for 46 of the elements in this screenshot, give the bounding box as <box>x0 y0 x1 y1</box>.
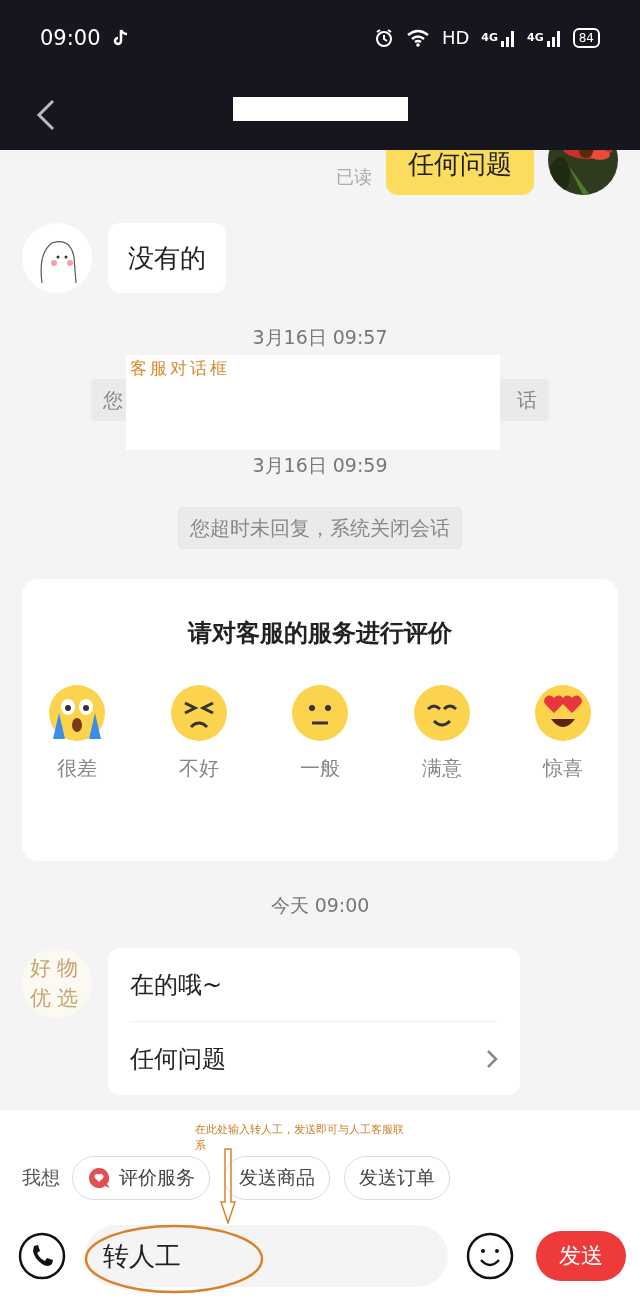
menu-item[interactable]: 任何问题 <box>130 1021 498 1095</box>
signal-icon <box>546 28 561 47</box>
annotation-label: 客服对话框 <box>130 357 230 380</box>
emoji-face-icon <box>170 685 227 741</box>
phone-icon[interactable] <box>18 1232 66 1280</box>
alarm-icon <box>373 27 394 48</box>
clock: 09:00 <box>40 25 101 50</box>
notice-text: 您 <box>103 386 123 414</box>
network-type: 4G <box>481 31 499 44</box>
music-note-icon <box>112 28 129 47</box>
card-title: 请对客服的服务进行评价 <box>188 618 452 649</box>
chevron-icon <box>486 1048 498 1069</box>
wifi-icon <box>405 28 430 47</box>
hd-indicator: HD <box>441 27 470 48</box>
send-button[interactable]: 发送 <box>536 1231 626 1281</box>
message-input[interactable]: 转人工 <box>85 1225 448 1287</box>
emoji-face-icon <box>535 685 591 741</box>
back-icon[interactable] <box>36 99 56 131</box>
rating-option[interactable]: 不好 <box>163 685 234 782</box>
network-type: 4G <box>527 31 544 44</box>
quick-action-chip[interactable]: 发送商品 <box>224 1156 330 1200</box>
avatar-text: 好物 <box>30 955 84 982</box>
timestamp: 3月16日 09:59 <box>252 453 388 477</box>
avatar-text: 优选 <box>30 985 84 1012</box>
emoji-icon[interactable] <box>466 1232 514 1280</box>
battery-indicator: 84 <box>572 27 600 48</box>
emoji-face-icon <box>49 685 105 741</box>
signal-icon <box>501 28 516 47</box>
timestamp: 今天 09:00 <box>270 893 370 917</box>
rating-option[interactable]: 一般 <box>285 685 355 782</box>
rating-option[interactable]: 满意 <box>406 685 477 782</box>
speech-heart-icon <box>87 1166 111 1190</box>
emoji-face-icon <box>292 685 348 741</box>
timestamp: 3月16日 09:57 <box>252 325 388 349</box>
rating-option[interactable]: 惊喜 <box>528 685 598 782</box>
quick-action-chip[interactable]: 发送订单 <box>344 1156 450 1200</box>
quick-actions-label: 我想 <box>22 1165 60 1190</box>
read-receipt: 已读 <box>336 165 372 189</box>
quick-action-chip[interactable]: 评价服务 <box>72 1156 210 1200</box>
annotation-text: 在此处输入转人工，发送即可与人工客服联系 <box>195 1122 405 1154</box>
rating-option[interactable]: 很差 <box>42 685 112 782</box>
emoji-face-icon <box>413 685 470 741</box>
notice-text: 您超时未回复，系统关闭会话 <box>190 514 450 542</box>
message-bubble: 任何问题 <box>386 150 534 195</box>
notice-text: 话 <box>517 386 537 414</box>
message-bubble: 没有的 <box>108 223 226 293</box>
